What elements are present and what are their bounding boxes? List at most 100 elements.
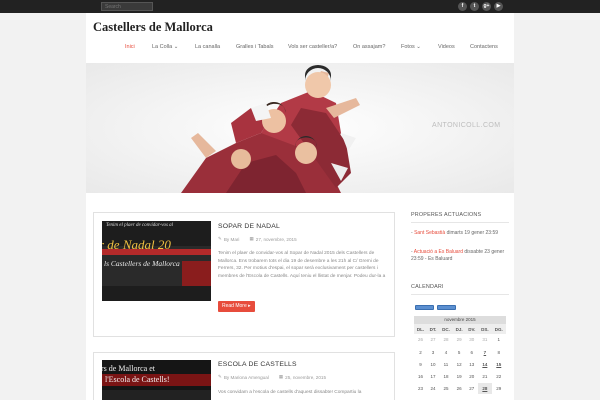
calendar-day: 3	[426, 346, 440, 359]
calendar-day-event[interactable]: 15	[491, 358, 506, 371]
post-date: 27, novembre, 2015	[255, 236, 297, 242]
search-input[interactable]	[101, 2, 153, 11]
read-more-button[interactable]: Read More ▸	[218, 301, 255, 312]
calendar-day: 27	[465, 382, 479, 395]
calendar-icon: ▦	[278, 374, 284, 379]
calendar-day: 20	[465, 370, 479, 383]
chevron-down-icon: ⌄	[173, 44, 179, 50]
calendar-day: 29	[491, 382, 506, 395]
calendar-title: CALENDARI	[411, 284, 444, 290]
twitter-icon[interactable]: t	[470, 2, 479, 11]
calendar-day-event[interactable]: 14	[478, 358, 492, 371]
thumbnail-text: l'Escola de Castells!	[105, 375, 170, 384]
post-thumbnail[interactable]: rs de Mallorca et l'Escola de Castells!	[102, 360, 211, 400]
facebook-icon[interactable]: f	[458, 2, 467, 11]
weekday-header: DC.	[439, 324, 453, 334]
calendar-day: 17	[426, 370, 440, 383]
post-excerpt: Tenim el plaer de convidar-vos al Sopar …	[218, 251, 386, 279]
calendar-day: 26	[452, 382, 466, 395]
widget-divider	[411, 222, 509, 223]
calendar-day: 6	[465, 346, 479, 359]
nav-item-la-canalla[interactable]: La canalla	[195, 44, 220, 50]
post-author[interactable]: By Mariona Amengual	[224, 375, 269, 380]
nav-item-label: La Colla	[152, 44, 173, 50]
post-excerpt: Vos convidam a l'escola de castells d'aq…	[218, 390, 362, 395]
nav-item-videos[interactable]: Videos	[438, 44, 455, 50]
calendar-day: 27	[426, 334, 440, 347]
calendar-month: novembre 2015	[414, 316, 506, 324]
calendar-day: 18	[439, 370, 453, 383]
calendar-day: 19	[452, 370, 466, 383]
calendar-day: 24	[426, 382, 440, 395]
nav-item-inici[interactable]: Inici	[125, 44, 135, 50]
weekday-header: DG.	[491, 324, 506, 334]
nav-item-on-assajam[interactable]: On assajam?	[353, 44, 385, 50]
nav-item-contactens[interactable]: Contactens	[470, 44, 498, 50]
post-card: Tenim el plaer de convidar-vos al r de N…	[93, 212, 395, 337]
calendar-prev-button[interactable]	[415, 305, 434, 310]
site-title[interactable]: Castellers de Mallorca	[93, 20, 213, 35]
weekday-header: DV.	[465, 324, 479, 334]
calendar-day-event[interactable]: 7	[478, 346, 492, 359]
post-card: rs de Mallorca et l'Escola de Castells! …	[93, 352, 395, 400]
hero-slider[interactable]: ANTONICOLL.COM	[86, 63, 514, 193]
event-name[interactable]: Actuació a Es Baluard	[414, 249, 463, 255]
pencil-icon: ✎	[218, 236, 222, 241]
thumbnail-text: Tenim el plaer de convidar-vos al	[106, 223, 174, 228]
calendar-week: 2 3 4 5 6 7 8	[414, 346, 506, 359]
calendar-week: 23 24 25 26 27 28 29	[414, 382, 506, 395]
calendar-day: 25	[439, 382, 453, 395]
calendar-day: 29	[452, 334, 466, 347]
calendar-day: 5	[452, 346, 466, 359]
calendar-week: 26 27 28 29 30 31 1	[414, 334, 506, 347]
calendar-next-button[interactable]	[437, 305, 456, 310]
nav-item-la-colla[interactable]: La Colla ⌄	[152, 44, 178, 50]
calendar-day: 28	[439, 334, 453, 347]
weekday-header: DS.	[478, 324, 492, 334]
nav-item-gralles[interactable]: Gralles i Tabals	[236, 44, 274, 50]
calendar-day: 21	[478, 370, 492, 383]
post-title[interactable]: ESCOLA DE CASTELLS	[218, 361, 297, 368]
weekday-header: DJ.	[452, 324, 466, 334]
widget-divider	[411, 294, 509, 295]
nav-item-label: Fotos	[401, 44, 415, 50]
calendar-day: 31	[478, 334, 492, 347]
upcoming-events-title: PROPERES ACTUACIONS	[411, 212, 482, 218]
event-item: - Sant Sebastià dimarts 19 gener 23:59	[411, 230, 509, 237]
calendar-day: 22	[491, 370, 506, 383]
event-date: dimarts 19 gener 23:59	[446, 230, 499, 236]
main-nav: Inici La Colla ⌄ La canalla Gralles i Ta…	[0, 44, 600, 54]
post-title[interactable]: SOPAR DE NADAL	[218, 223, 280, 230]
youtube-icon[interactable]: ▶	[494, 2, 503, 11]
post-meta: ✎ By Mariona Amengual ▦ 25, novembre, 20…	[218, 374, 326, 380]
calendar-week: 16 17 18 19 20 21 22	[414, 370, 506, 383]
calendar-table: novembre 2015 DL. DT. DC. DJ. DV. DS. DG…	[414, 316, 506, 395]
nav-item-vols-ser[interactable]: Vols ser casteller/a?	[288, 44, 337, 50]
thumbnail-text: r de Nadal 20	[102, 237, 171, 252]
post-meta: ✎ By Mari ▦ 27, novembre, 2015	[218, 236, 297, 242]
calendar-day: 2	[414, 346, 427, 359]
google-plus-icon[interactable]: g+	[482, 2, 491, 11]
calendar-day: 16	[414, 370, 427, 383]
calendar-day: 30	[465, 334, 479, 347]
calendar-day: 23	[414, 382, 427, 395]
calendar-day-event[interactable]: 28	[478, 382, 492, 395]
event-item: - Actuació a Es Baluard dissabte 23 gene…	[411, 249, 505, 262]
weekday-header: DL.	[414, 324, 427, 334]
calendar-day: 10	[426, 358, 440, 371]
calendar-day: 13	[465, 358, 479, 371]
social-links: f t g+ ▶	[458, 2, 503, 11]
weekday-header: DT.	[426, 324, 440, 334]
calendar-day: 8	[491, 346, 506, 359]
nav-item-fotos[interactable]: Fotos ⌄	[401, 44, 421, 50]
calendar-day: 12	[452, 358, 466, 371]
hero-watermark: ANTONICOLL.COM	[432, 122, 501, 129]
calendar-week: 9 10 11 12 13 14 15	[414, 358, 506, 371]
thumbnail-text: rs de Mallorca et	[102, 364, 155, 373]
top-bar	[0, 0, 600, 13]
event-name[interactable]: Sant Sebastià	[414, 230, 445, 236]
calendar-day: 1	[491, 334, 506, 347]
post-thumbnail[interactable]: Tenim el plaer de convidar-vos al r de N…	[102, 221, 211, 301]
post-author[interactable]: By Mari	[224, 237, 240, 242]
calendar-day: 11	[439, 358, 453, 371]
